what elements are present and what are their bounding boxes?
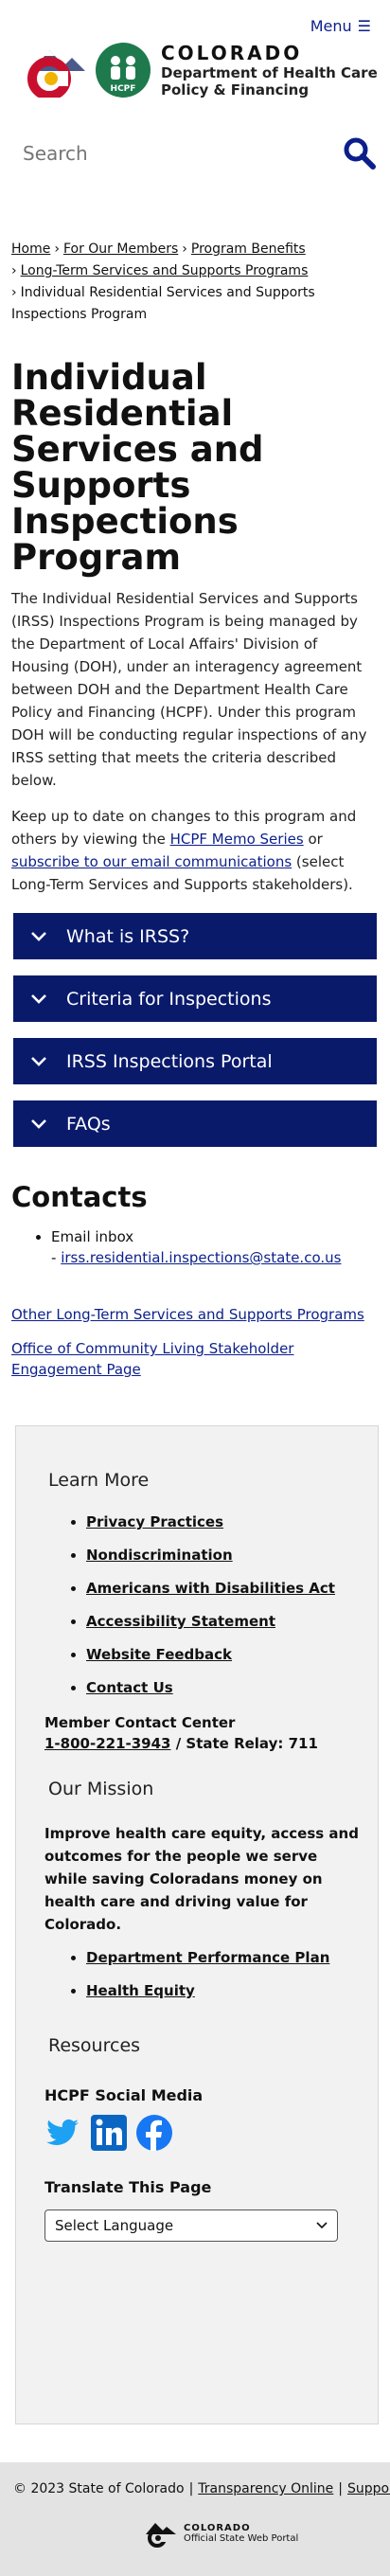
support-link[interactable]: Support <box>347 2481 390 2496</box>
list-item: Nondiscrimination <box>86 1547 361 1564</box>
contacts-heading: Contacts <box>11 1181 148 1213</box>
privacy-practices-link[interactable]: Privacy Practices <box>86 1513 223 1530</box>
site-footer: Learn More Privacy Practices Nondiscrimi… <box>15 1425 379 2424</box>
intro-paragraph: The Individual Residential Services and … <box>11 590 367 789</box>
translate-heading: Translate This Page <box>44 2178 212 2196</box>
state-portal-logo[interactable]: COLORADO Official State Web Portal <box>144 2519 298 2548</box>
main-content: Home › For Our Members › Program Benefits › L… <box>0 239 390 1380</box>
menu-label: Menu <box>310 17 352 35</box>
accessibility-statement-link[interactable]: Accessibility Statement <box>86 1613 275 1630</box>
search-icon[interactable] <box>343 136 377 170</box>
hamburger-icon: ☰ <box>357 17 371 35</box>
linkedin-icon[interactable] <box>90 2114 128 2152</box>
breadcrumb-current: Individual Residential Services and Supp… <box>11 285 315 322</box>
logo-dept-line1: Department of Health Care <box>161 64 378 81</box>
accordion: What is IRSS? Criteria for Inspections I… <box>11 913 379 1147</box>
website-feedback-link[interactable]: Website Feedback <box>86 1646 232 1663</box>
page-title: Individual Residential Services and Supp… <box>11 357 264 578</box>
accordion-criteria-for-inspections[interactable]: Criteria for Inspections <box>13 975 377 1022</box>
state-relay-text: / State Relay: 711 <box>170 1735 318 1752</box>
list-item: Health Equity <box>86 1982 361 1999</box>
list-item: Contact Us <box>86 1679 361 1696</box>
accordion-faqs[interactable]: FAQs <box>13 1100 377 1147</box>
updates-paragraph: Keep up to date on changes to this progr… <box>11 805 379 896</box>
list-item: Website Feedback <box>86 1646 361 1663</box>
breadcrumb-for-our-members[interactable]: For Our Members <box>63 242 178 257</box>
mission-text: Improve health care equity, access and o… <box>44 1825 359 1933</box>
contact-email-prefix: - <box>51 1249 62 1266</box>
portal-logo-text: COLORADO Official State Web Portal <box>184 2523 298 2544</box>
accordion-label: Criteria for Inspections <box>66 988 272 1010</box>
hcpf-memo-series-link[interactable]: HCPF Memo Series <box>170 831 304 848</box>
logo-state-name: COLORADO <box>161 42 303 64</box>
contact-us-link[interactable]: Contact Us <box>86 1679 173 1696</box>
contact-email-link[interactable]: irss.residential.inspections@state.co.us <box>61 1249 341 1266</box>
member-contact-label: Member Contact Center <box>44 1714 236 1731</box>
breadcrumb-ltss-programs[interactable]: Long-Term Services and Supports Programs <box>21 263 309 278</box>
chevron-down-icon <box>31 1118 46 1129</box>
breadcrumb-home[interactable]: Home <box>11 242 50 257</box>
contact-item-email-inbox: Email inbox <box>51 1226 379 1247</box>
list-item: Americans with Disabilities Act <box>86 1580 361 1597</box>
mission-list: Department Performance Plan Health Equit… <box>86 1949 361 1999</box>
list-item: Privacy Practices <box>86 1513 361 1530</box>
hcpf-logo-icon: HCPF <box>96 43 151 98</box>
accordion-label: FAQs <box>66 1113 111 1135</box>
language-select[interactable]: Select Language <box>44 2209 338 2242</box>
menu-button[interactable]: Menu ☰ <box>310 17 371 35</box>
learn-more-heading: Learn More <box>48 1470 150 1491</box>
updates-text-2: or <box>303 831 323 848</box>
bottom-links: © 2023 State of Colorado | Transparency On… <box>13 2481 390 2496</box>
search-bar <box>0 123 390 191</box>
logo-dept-line2: Policy & Financing <box>161 81 310 98</box>
portal-name: COLORADO <box>184 2523 251 2533</box>
colorado-portal-logo-icon <box>146 2523 176 2548</box>
accordion-label: IRSS Inspections Portal <box>66 1050 273 1072</box>
related-links: Other Long-Term Services and Supports Pr… <box>11 1304 379 1380</box>
hcpf-badge-text: HCPF <box>111 84 136 94</box>
chevron-down-icon <box>31 993 46 1004</box>
contact-email-line: - irss.residential.inspections@state.co.… <box>51 1247 379 1268</box>
logo-text: COLORADO Department of Health Care Polic… <box>161 42 378 98</box>
learn-more-list: Privacy Practices Nondiscrimination Amer… <box>86 1513 361 1696</box>
list-item: Accessibility Statement <box>86 1613 361 1630</box>
breadcrumb-program-benefits[interactable]: Program Benefits <box>191 242 306 257</box>
transparency-online-link[interactable]: Transparency Online <box>198 2481 333 2496</box>
chevron-down-icon <box>31 931 46 941</box>
language-select-value: Select Language <box>55 2217 174 2234</box>
facebook-icon[interactable] <box>135 2114 173 2152</box>
accordion-irss-inspections-portal[interactable]: IRSS Inspections Portal <box>13 1038 377 1084</box>
mission-heading: Our Mission <box>48 1779 154 1799</box>
contact-list: Email inbox <box>51 1226 379 1247</box>
site-logo[interactable]: HCPF COLORADO Department of Health Care … <box>23 42 378 98</box>
portal-subtitle: Official State Web Portal <box>184 2533 299 2544</box>
search-input[interactable] <box>23 142 307 165</box>
social-icons <box>44 2114 361 2152</box>
twitter-icon[interactable] <box>44 2114 82 2152</box>
bottom-bar: © 2023 State of Colorado | Transparency On… <box>0 2462 390 2576</box>
ada-link[interactable]: Americans with Disabilities Act <box>86 1580 335 1597</box>
breadcrumb: Home › For Our Members › Program Benefits › L… <box>11 242 315 322</box>
nondiscrimination-link[interactable]: Nondiscrimination <box>86 1547 233 1564</box>
chevron-down-icon <box>31 1056 46 1066</box>
health-equity-link[interactable]: Health Equity <box>86 1982 195 1999</box>
member-phone-link[interactable]: 1-800-221-3943 <box>44 1735 170 1752</box>
social-media-heading: HCPF Social Media <box>44 2086 204 2104</box>
colorado-c-logo-icon <box>27 50 85 98</box>
copyright-text: © 2023 State of Colorado <box>13 2481 185 2496</box>
ocl-stakeholder-engagement-link[interactable]: Office of Community Living Stakeholder E… <box>11 1338 379 1380</box>
list-item: Department Performance Plan <box>86 1949 361 1966</box>
resources-heading: Resources <box>48 2035 141 2056</box>
accordion-label: What is IRSS? <box>66 925 190 947</box>
accordion-what-is-irss[interactable]: What is IRSS? <box>13 913 377 959</box>
department-performance-plan-link[interactable]: Department Performance Plan <box>86 1949 329 1966</box>
other-ltss-programs-link[interactable]: Other Long-Term Services and Supports Pr… <box>11 1304 379 1325</box>
subscribe-email-link[interactable]: subscribe to our email communications <box>11 853 292 870</box>
member-contact-center: Member Contact Center 1-800-221-3943 / S… <box>44 1712 361 1754</box>
site-header: Menu ☰ HCPF COLORADO Department of Healt… <box>0 0 390 123</box>
chevron-down-icon <box>316 2222 328 2229</box>
